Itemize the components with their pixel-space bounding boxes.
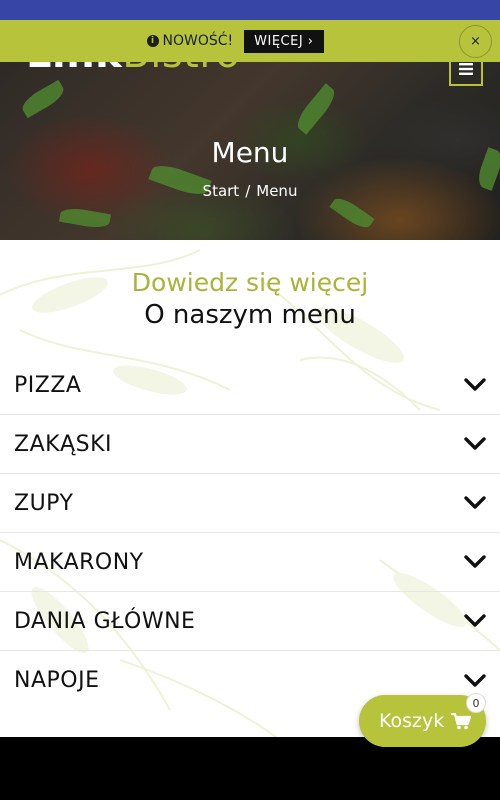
status-bar xyxy=(0,0,500,20)
accordion-label: ZAKĄSKI xyxy=(14,431,112,457)
chevron-down-icon xyxy=(464,610,486,632)
chevron-down-icon xyxy=(464,551,486,573)
notice-close-button[interactable]: × xyxy=(459,25,492,58)
breadcrumb-current: Menu xyxy=(256,182,298,200)
accordion-label: PIZZA xyxy=(14,372,82,398)
cart-label: Koszyk xyxy=(379,710,445,732)
leaf-decoration xyxy=(18,79,68,119)
chevron-down-icon xyxy=(464,492,486,514)
breadcrumb-separator: / xyxy=(245,182,251,200)
menu-section: Dowiedz się więcej O naszym menu PIZZA Z… xyxy=(0,240,500,737)
breadcrumb: Start / Menu xyxy=(0,182,500,200)
page-title: Menu xyxy=(211,136,289,169)
accordion-label: DANIA GŁÓWNE xyxy=(14,608,196,634)
close-icon: × xyxy=(470,34,481,49)
section-eyebrow: Dowiedz się więcej xyxy=(131,268,369,297)
accordion-item-zupy[interactable]: ZUPY xyxy=(0,474,500,533)
section-title: O naszym menu xyxy=(144,300,356,330)
info-icon: i xyxy=(146,35,159,47)
breadcrumb-home-link[interactable]: Start xyxy=(203,182,240,200)
cart-icon xyxy=(451,712,472,730)
cart-count-badge: 0 xyxy=(466,693,486,713)
chevron-down-icon xyxy=(464,670,486,692)
chevron-down-icon xyxy=(464,374,486,396)
accordion-item-makarony[interactable]: MAKARONY xyxy=(0,533,500,592)
accordion-item-dania-glowne[interactable]: DANIA GŁÓWNE xyxy=(0,592,500,651)
notice-bar: i NOWOŚĆ! WIĘCEJ › × xyxy=(0,20,500,62)
accordion-label: MAKARONY xyxy=(14,549,144,575)
notice-label: NOWOŚĆ! xyxy=(162,33,234,49)
hamburger-icon xyxy=(459,60,473,79)
accordion-item-zakaski[interactable]: ZAKĄSKI xyxy=(0,415,500,474)
chevron-down-icon xyxy=(464,433,486,455)
notice-more-button[interactable]: WIĘCEJ › xyxy=(244,29,324,53)
accordion-label: NAPOJE xyxy=(14,668,100,693)
accordion-label: ZUPY xyxy=(14,490,74,516)
menu-accordion: PIZZA ZAKĄSKI ZUPY MAKARONY DANIA GŁÓWNE… xyxy=(0,356,500,710)
leaf-decoration xyxy=(58,205,112,231)
accordion-item-pizza[interactable]: PIZZA xyxy=(0,356,500,415)
leaf-decoration xyxy=(292,83,340,135)
cart-button[interactable]: Koszyk 0 xyxy=(359,693,486,747)
notice-message: i NOWOŚĆ! xyxy=(146,33,234,49)
